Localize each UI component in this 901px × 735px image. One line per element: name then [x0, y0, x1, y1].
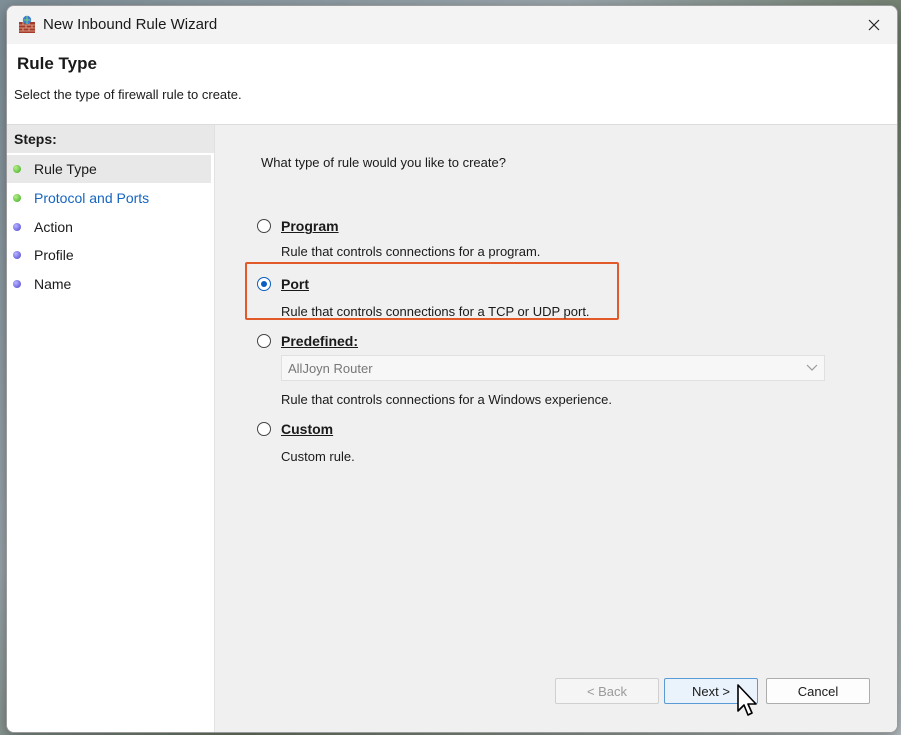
option-label[interactable]: Predefined:	[281, 333, 358, 349]
port-radio[interactable]	[257, 277, 271, 291]
wizard-header: Rule Type Select the type of firewall ru…	[7, 44, 897, 125]
option-description: Rule that controls connections for a TCP…	[281, 304, 590, 319]
option-description: Rule that controls connections for a pro…	[281, 244, 541, 259]
option-description: Rule that controls connections for a Win…	[281, 392, 612, 407]
program-radio[interactable]	[257, 219, 271, 233]
step-label: Profile	[34, 247, 74, 263]
firewall-icon	[19, 15, 35, 33]
option-label[interactable]: Program	[281, 218, 339, 234]
step-name[interactable]: Name	[7, 270, 211, 298]
back-button[interactable]: < Back	[555, 678, 659, 704]
window-title: New Inbound Rule Wizard	[43, 16, 218, 33]
step-protocol-and-ports[interactable]: Protocol and Ports	[7, 184, 211, 212]
rule-type-question: What type of rule would you like to crea…	[261, 155, 506, 170]
option-predefined[interactable]: Predefined:	[257, 333, 358, 349]
step-label: Rule Type	[34, 161, 97, 177]
step-profile[interactable]: Profile	[7, 241, 211, 269]
title-bar[interactable]: New Inbound Rule Wizard	[7, 6, 897, 44]
select-value: AllJoyn Router	[288, 360, 373, 376]
predefined-radio[interactable]	[257, 334, 271, 348]
step-label: Name	[34, 276, 72, 292]
cancel-button[interactable]: Cancel	[766, 678, 870, 704]
step-done-icon	[13, 165, 21, 173]
close-icon	[868, 19, 880, 31]
custom-radio[interactable]	[257, 422, 271, 436]
close-button[interactable]	[851, 6, 897, 44]
step-pending-icon	[13, 223, 21, 231]
option-label[interactable]: Custom	[281, 421, 333, 437]
page-subtitle: Select the type of firewall rule to crea…	[14, 87, 242, 102]
step-label: Protocol and Ports	[34, 190, 150, 206]
wizard-window: New Inbound Rule Wizard Rule Type Select…	[6, 5, 898, 733]
option-label[interactable]: Port	[281, 276, 309, 292]
option-program[interactable]: Program	[257, 218, 339, 234]
step-done-icon	[13, 194, 21, 202]
page-title: Rule Type	[17, 54, 97, 73]
next-button[interactable]: Next >	[664, 678, 758, 704]
predefined-select[interactable]: AllJoyn Router	[281, 355, 825, 381]
step-pending-icon	[13, 280, 21, 288]
option-description: Custom rule.	[281, 449, 355, 464]
step-action[interactable]: Action	[7, 213, 211, 241]
chevron-down-icon	[806, 364, 818, 371]
steps-title: Steps:	[14, 131, 57, 147]
steps-panel: Steps: Rule Type Protocol and Ports Acti…	[7, 125, 215, 732]
step-pending-icon	[13, 251, 21, 259]
step-label: Action	[34, 219, 73, 235]
option-custom[interactable]: Custom	[257, 421, 333, 437]
step-rule-type[interactable]: Rule Type	[7, 155, 211, 183]
content-area: What type of rule would you like to crea…	[215, 125, 897, 732]
option-port[interactable]: Port	[257, 276, 309, 292]
